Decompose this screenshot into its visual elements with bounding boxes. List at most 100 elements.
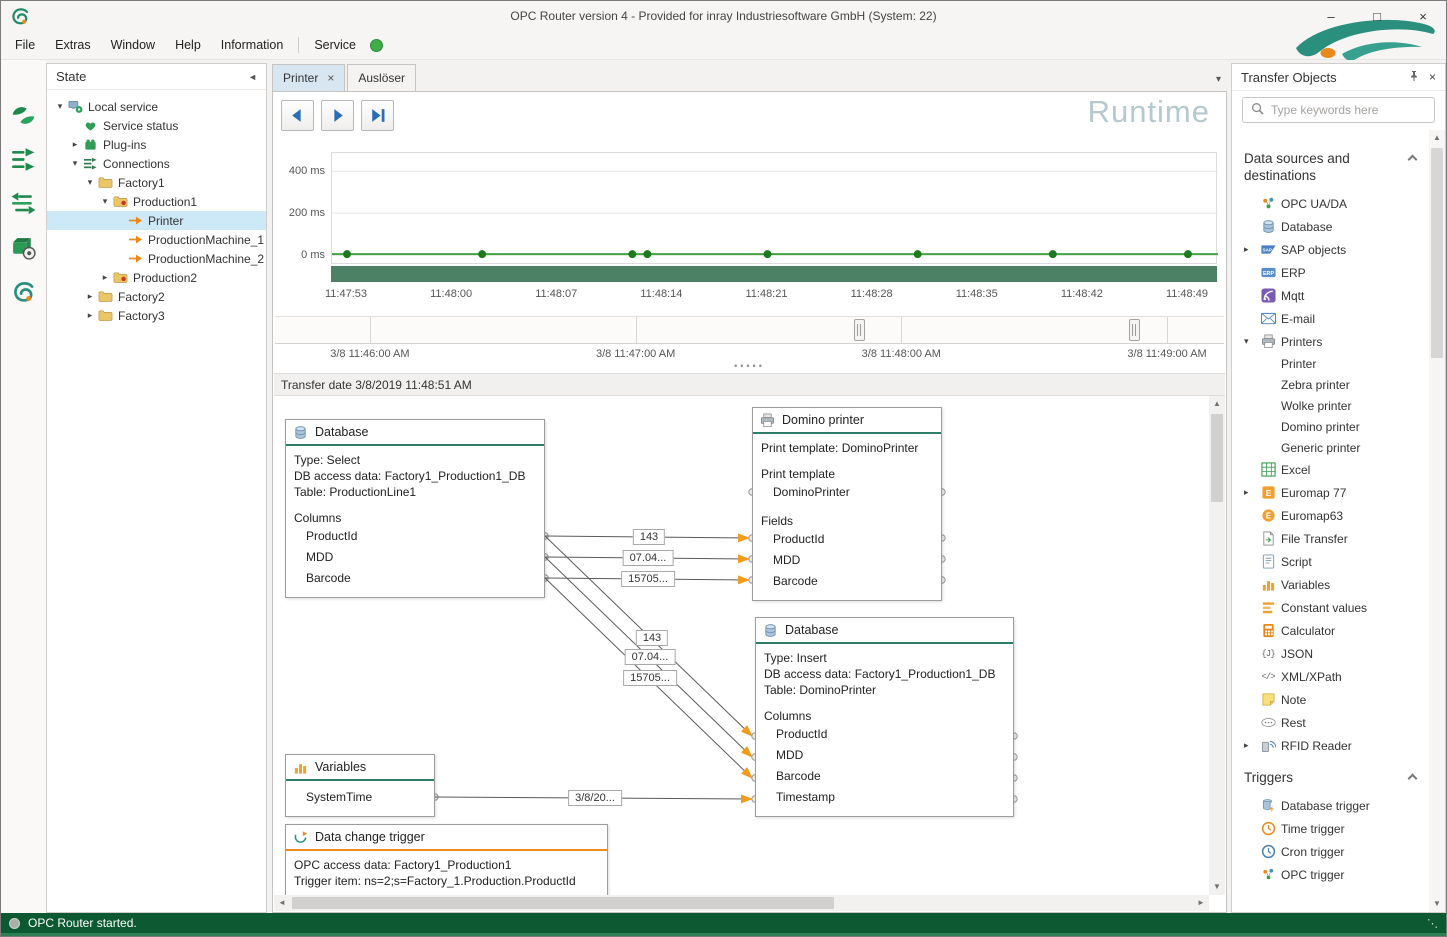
transfer-object-euromap63[interactable]: EEuromap63 — [1232, 504, 1429, 527]
section-triggers[interactable]: Triggers — [1232, 757, 1429, 794]
toolbar-service-button[interactable] — [9, 100, 39, 130]
transfer-object-calculator[interactable]: Calculator — [1232, 619, 1429, 642]
menu-help[interactable]: Help — [165, 33, 211, 57]
transfer-object-wolke-printer[interactable]: Wolke printer — [1232, 395, 1429, 416]
transfer-object-erp[interactable]: ERPERP — [1232, 261, 1429, 284]
collapsed-expander-icon[interactable]: ▸ — [1244, 487, 1249, 498]
transfer-object-note[interactable]: Note — [1232, 688, 1429, 711]
toolbar-inray-button[interactable] — [9, 276, 39, 306]
transfer-object-rest[interactable]: Rest — [1232, 711, 1429, 734]
transfer-object-opc-trigger[interactable]: OPC trigger — [1232, 863, 1429, 886]
tree-item-factory2[interactable]: ▸Factory2 — [47, 287, 266, 306]
transfer-object-opc-ua-da[interactable]: OPC UA/DA — [1232, 192, 1429, 215]
node-domino-printer[interactable]: Domino printerPrint template: DominoPrin… — [752, 407, 942, 601]
transfer-object-printers[interactable]: ▾Printers — [1232, 330, 1429, 353]
toolbar-plugins-button[interactable] — [9, 232, 39, 262]
search-box[interactable] — [1242, 97, 1435, 123]
titlebar[interactable]: OPC Router version 4 - Provided for inra… — [1, 1, 1446, 31]
expanded-expander-icon[interactable]: ▾ — [1244, 336, 1249, 347]
transfer-object-euromap-77[interactable]: ▸EEuromap 77 — [1232, 481, 1429, 504]
collapse-section-icon[interactable] — [1408, 774, 1418, 784]
timeline-range-handle[interactable] — [854, 319, 865, 341]
transfer-object-sap-objects[interactable]: ▸SAPSAP objects — [1232, 238, 1429, 261]
transfer-object-printer[interactable]: Printer — [1232, 353, 1429, 374]
menu-extras[interactable]: Extras — [45, 33, 100, 57]
transfer-object-variables[interactable]: Variables — [1232, 573, 1429, 596]
section-data-sources-and-destinations[interactable]: Data sources and destinations — [1232, 138, 1429, 192]
node-database-select[interactable]: DatabaseType: SelectDB access data: Fact… — [285, 419, 545, 598]
expanded-expander-icon[interactable]: ▾ — [98, 196, 112, 207]
scroll-up-icon[interactable]: ▲ — [1209, 396, 1225, 412]
tree-item-factory1[interactable]: ▾Factory1 — [47, 173, 266, 192]
transfer-object-domino-printer[interactable]: Domino printer — [1232, 416, 1429, 437]
tab-ausl-ser[interactable]: Auslöser — [347, 64, 416, 91]
menu-file[interactable]: File — [5, 33, 45, 57]
transfer-object-database-trigger[interactable]: Database trigger — [1232, 794, 1429, 817]
nav-next-button[interactable] — [321, 100, 354, 131]
scroll-right-icon[interactable]: ► — [1193, 895, 1209, 911]
nav-previous-button[interactable] — [281, 100, 314, 131]
scroll-up-icon[interactable]: ▲ — [1429, 130, 1445, 146]
timeline-range-handle[interactable] — [1129, 319, 1140, 341]
scroll-down-icon[interactable]: ▼ — [1429, 896, 1445, 912]
menu-service[interactable]: Service — [304, 33, 366, 57]
collapsed-expander-icon[interactable]: ▸ — [83, 291, 97, 302]
node-database-insert[interactable]: DatabaseType: InsertDB access data: Fact… — [755, 617, 1014, 817]
diagram-horizontal-scrollbar[interactable]: ◄► — [274, 895, 1209, 911]
minimize-button[interactable]: – — [1308, 1, 1354, 31]
tree-item-production2[interactable]: ▸Production2 — [47, 268, 266, 287]
tab-list-dropdown-icon[interactable]: ▾ — [1216, 74, 1221, 85]
tree-item-productionmachine-1[interactable]: ProductionMachine_1 — [47, 230, 266, 249]
transfer-diagram[interactable]: DatabaseType: SelectDB access data: Fact… — [274, 396, 1209, 895]
collapsed-expander-icon[interactable]: ▸ — [68, 139, 82, 150]
transfer-object-rfid-reader[interactable]: ▸RFID Reader — [1232, 734, 1429, 757]
transfer-object-zebra-printer[interactable]: Zebra printer — [1232, 374, 1429, 395]
collapse-panel-icon[interactable]: ◄ — [248, 72, 257, 82]
transfer-object-time-trigger[interactable]: Time trigger — [1232, 817, 1429, 840]
transfer-object-e-mail[interactable]: E-mail — [1232, 307, 1429, 330]
expanded-expander-icon[interactable]: ▾ — [68, 158, 82, 169]
resize-grip-icon[interactable]: ⋱ — [1427, 917, 1438, 930]
tab-printer[interactable]: Printer× — [272, 64, 345, 91]
tree-item-connections[interactable]: ▾Connections — [47, 154, 266, 173]
tree-item-productionmachine-2[interactable]: ProductionMachine_2 — [47, 249, 266, 268]
transfer-object-excel[interactable]: Excel — [1232, 458, 1429, 481]
collapsed-expander-icon[interactable]: ▸ — [83, 310, 97, 321]
transfer-object-database[interactable]: Database — [1232, 215, 1429, 238]
runtime-chart-plot[interactable]: 400 ms200 ms0 ms — [331, 152, 1217, 264]
close-button[interactable]: × — [1400, 1, 1446, 31]
tree-item-local-service[interactable]: ▾Local service — [47, 97, 266, 116]
pin-icon[interactable] — [1408, 70, 1420, 85]
scroll-down-icon[interactable]: ▼ — [1209, 879, 1225, 895]
expanded-expander-icon[interactable]: ▾ — [53, 101, 67, 112]
collapsed-expander-icon[interactable]: ▸ — [98, 272, 112, 283]
scroll-thumb[interactable] — [292, 897, 834, 909]
collapsed-expander-icon[interactable]: ▸ — [1244, 740, 1249, 751]
close-panel-icon[interactable]: × — [1429, 70, 1436, 84]
collapsed-expander-icon[interactable]: ▸ — [1244, 244, 1249, 255]
search-input[interactable] — [1271, 103, 1426, 117]
tree-item-factory3[interactable]: ▸Factory3 — [47, 306, 266, 325]
toolbar-transfers-button[interactable] — [9, 144, 39, 174]
scroll-thumb[interactable] — [1431, 148, 1443, 358]
timeline-scrubber[interactable]: 3/8 11:46:00 AM3/8 11:47:00 AM3/8 11:48:… — [275, 316, 1224, 344]
toolbar-connections-button[interactable] — [9, 188, 39, 218]
collapse-section-icon[interactable] — [1408, 155, 1418, 165]
nav-last-button[interactable] — [361, 100, 394, 131]
tree-item-printer[interactable]: Printer — [47, 211, 266, 230]
menu-window[interactable]: Window — [101, 33, 165, 57]
maximize-button[interactable]: □ — [1354, 1, 1400, 31]
transfer-object-xml-xpath[interactable]: </>XML/XPath — [1232, 665, 1429, 688]
scroll-left-icon[interactable]: ◄ — [274, 895, 290, 911]
node-data-change-trigger[interactable]: Data change triggerOPC access data: Fact… — [285, 824, 608, 895]
expanded-expander-icon[interactable]: ▾ — [83, 177, 97, 188]
tree-item-plug-ins[interactable]: ▸Plug-ins — [47, 135, 266, 154]
transfer-object-file-transfer[interactable]: File Transfer — [1232, 527, 1429, 550]
menu-information[interactable]: Information — [211, 33, 294, 57]
transfer-object-constant-values[interactable]: Constant values — [1232, 596, 1429, 619]
tree-item-production1[interactable]: ▾Production1 — [47, 192, 266, 211]
node-variables[interactable]: VariablesSystemTime — [285, 754, 435, 817]
panel-scrollbar[interactable]: ▲▼ — [1429, 130, 1445, 912]
transfer-object-script[interactable]: Script — [1232, 550, 1429, 573]
diagram-vertical-scrollbar[interactable]: ▲▼ — [1209, 396, 1225, 895]
